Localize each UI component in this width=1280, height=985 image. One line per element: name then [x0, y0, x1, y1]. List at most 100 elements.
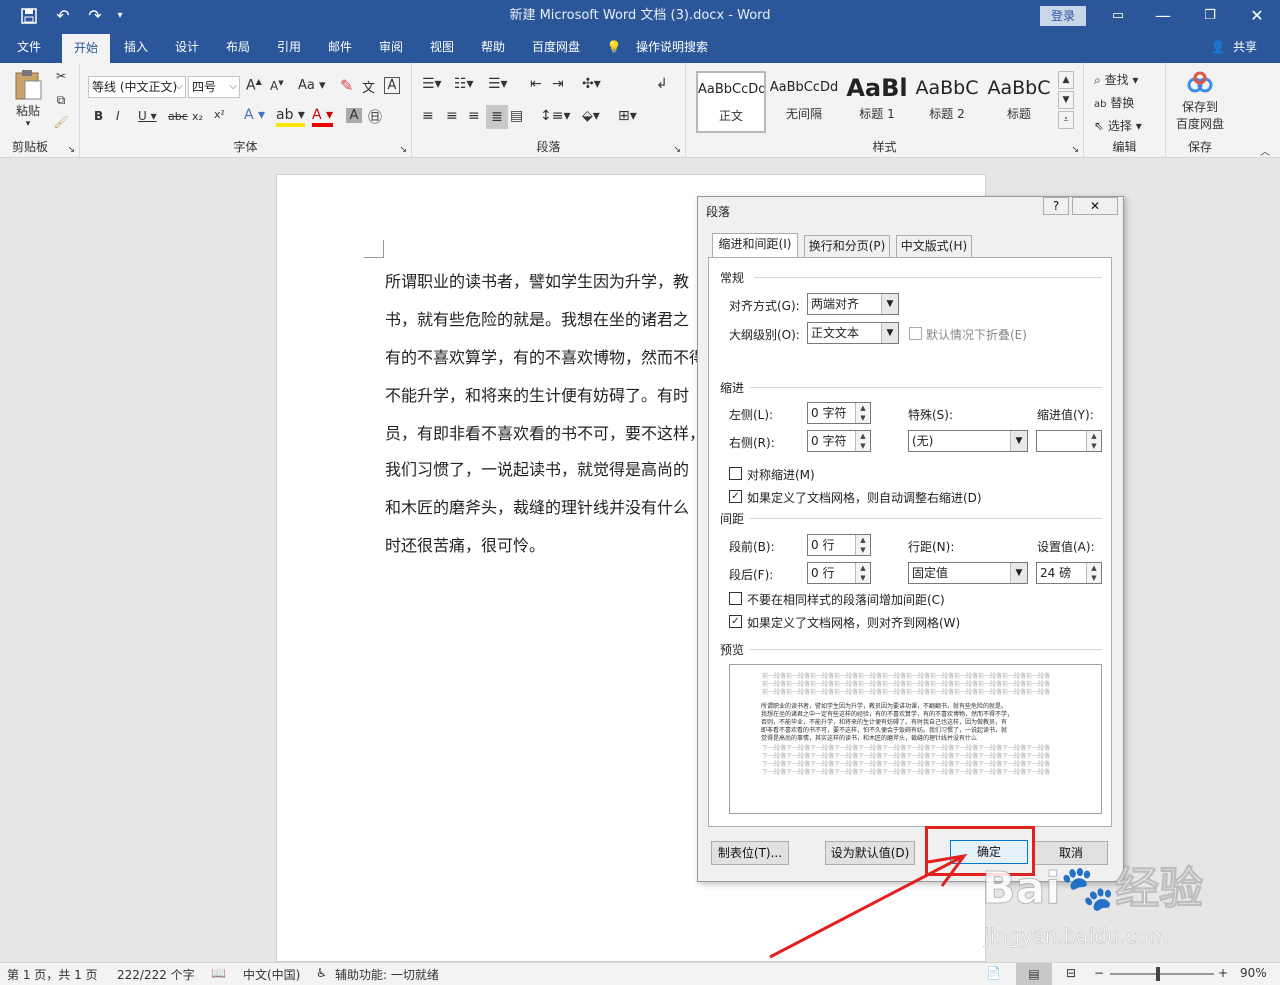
proofing-icon[interactable]: 📖 [211, 966, 226, 980]
tab-references[interactable]: 引用 [268, 32, 310, 63]
font-family-select[interactable]: 等线 (中文正文) ⌵ [88, 76, 186, 98]
align-right-icon[interactable]: ≡ [468, 108, 480, 124]
style-normal[interactable]: AaBbCcDd 正文 [696, 71, 766, 133]
style-scroll-up-icon[interactable]: ▲ [1058, 71, 1074, 89]
tab-indent-spacing[interactable]: 缩进和间距(I) [712, 233, 798, 257]
save-to-baidu-button[interactable]: 保存到 百度网盘 [1170, 71, 1230, 132]
justify-icon[interactable]: ≣ [486, 105, 508, 129]
zoom-in-icon[interactable]: + [1218, 966, 1228, 980]
bold-icon[interactable]: B [94, 109, 103, 123]
char-shading-icon[interactable]: A [346, 108, 362, 123]
zoom-slider-thumb[interactable] [1156, 967, 1160, 981]
bullets-icon[interactable]: ☰▾ [422, 76, 442, 92]
tab-insert[interactable]: 插入 [115, 32, 157, 63]
tab-help[interactable]: 帮助 [472, 32, 514, 63]
spin-arrows-icon[interactable]: ▲ ▼ [855, 431, 870, 451]
spin-arrows-icon[interactable]: ▲ ▼ [1086, 563, 1101, 583]
chinese-layout-icon[interactable]: ✣▾ [582, 76, 601, 92]
underline-icon[interactable]: U ▾ [138, 109, 157, 123]
highlight-icon[interactable]: ab ▾ [276, 107, 305, 127]
zoom-out-icon[interactable]: − [1094, 966, 1104, 980]
copy-icon[interactable]: ⧉ [52, 93, 70, 108]
left-indent-input[interactable]: 0 字符 ▲ ▼ [807, 402, 871, 424]
word-count[interactable]: 222/222 个字 [117, 966, 195, 983]
snap-to-grid-checkbox[interactable]: ✓ [729, 615, 742, 628]
grow-font-icon[interactable]: A▲ [246, 77, 262, 94]
close-icon[interactable]: ✕ [1244, 0, 1270, 32]
zoom-slider[interactable] [1110, 973, 1214, 975]
multilevel-list-icon[interactable]: ☰▾ [488, 76, 508, 92]
cancel-button[interactable]: 取消 [1034, 841, 1108, 865]
special-indent-select[interactable]: (无) ▼ [908, 430, 1028, 452]
spin-arrows-icon[interactable]: ▲ ▼ [855, 403, 870, 423]
char-border-icon[interactable]: A [384, 77, 400, 94]
distributed-icon[interactable]: ▤ [510, 108, 523, 124]
cut-icon[interactable]: ✂ [52, 69, 70, 83]
tell-me-search[interactable]: 操作说明搜索 [632, 32, 712, 63]
dialog-launcher-icon[interactable]: ↘ [399, 145, 407, 155]
shrink-font-icon[interactable]: A▼ [270, 79, 284, 93]
redo-icon[interactable]: ↷ [84, 0, 106, 32]
increase-indent-icon[interactable]: ⇥ [552, 76, 564, 92]
tab-review[interactable]: 审阅 [370, 32, 412, 63]
strikethrough-icon[interactable]: abc [168, 110, 188, 123]
borders-icon[interactable]: ⊞▾ [618, 108, 637, 124]
mirror-indent-checkbox[interactable] [729, 467, 742, 480]
doc-line[interactable]: 我们习惯了，一说起读书，就觉得是高尚的 [385, 456, 701, 480]
space-after-input[interactable]: 0 行 ▲ ▼ [807, 562, 871, 584]
style-no-spacing[interactable]: AaBbCcDd 无间隔 [769, 71, 839, 133]
outline-level-select[interactable]: 正文文本 ▼ [807, 322, 899, 344]
tab-baidu-netdisk[interactable]: 百度网盘 [524, 32, 588, 63]
tab-layout[interactable]: 布局 [217, 32, 259, 63]
enclose-char-icon[interactable]: ㊐ [368, 107, 382, 127]
select-button[interactable]: ⇖ 选择 ▾ [1094, 117, 1164, 134]
print-layout-icon[interactable]: ▤ [1016, 963, 1052, 985]
paste-button[interactable]: 粘贴 ▾ [10, 69, 46, 129]
align-left-icon[interactable]: ≡ [422, 108, 434, 124]
at-input[interactable]: 24 磅 ▲ ▼ [1036, 562, 1102, 584]
find-button[interactable]: ⌕ 查找 ▾ [1094, 71, 1164, 88]
tab-file[interactable]: 文件 [8, 32, 50, 63]
style-scroll-down-icon[interactable]: ▼ [1058, 91, 1074, 109]
italic-icon[interactable]: I [116, 109, 120, 123]
dialog-launcher-icon[interactable]: ↘ [67, 145, 75, 155]
tab-home[interactable]: 开始 [62, 34, 110, 63]
page-count[interactable]: 第 1 页，共 1 页 [7, 966, 98, 983]
tab-design[interactable]: 设计 [166, 32, 208, 63]
dialog-launcher-icon[interactable]: ↘ [673, 145, 681, 155]
superscript-icon[interactable]: x² [214, 108, 225, 121]
read-mode-icon[interactable]: 📄 [986, 966, 1001, 980]
collapse-checkbox[interactable] [909, 327, 922, 340]
subscript-icon[interactable]: x₂ [192, 110, 203, 123]
login-button[interactable]: 登录 [1040, 6, 1086, 26]
dialog-launcher-icon[interactable]: ↘ [1071, 145, 1079, 155]
line-spacing-icon[interactable]: ↕≡▾ [540, 108, 571, 124]
style-heading-1[interactable]: AaBl 标题 1 [842, 71, 912, 133]
tab-mailings[interactable]: 邮件 [319, 32, 361, 63]
minimize-icon[interactable]: — [1150, 0, 1176, 32]
doc-line[interactable]: 员，有即非看不喜欢看的书不可，要不这样， [385, 420, 701, 444]
font-size-select[interactable]: 四号 ⌵ [188, 76, 240, 98]
alignment-select[interactable]: 两端对齐 ▼ [807, 293, 899, 315]
numbering-icon[interactable]: ☷▾ [454, 76, 474, 92]
doc-line[interactable]: 不能升学，和将来的生计便有妨碍了。有时 [385, 382, 701, 406]
share-button[interactable]: 共享 [1228, 32, 1262, 63]
tab-view[interactable]: 视图 [421, 32, 463, 63]
decrease-indent-icon[interactable]: ⇤ [530, 76, 542, 92]
doc-line[interactable]: 书，就有些危险的就是。我想在坐的诸君之 [385, 306, 701, 330]
change-case-icon[interactable]: Aa ▾ [298, 78, 326, 93]
customize-qat-icon[interactable]: ▾ [112, 0, 128, 32]
style-more-icon[interactable]: ⩡ [1058, 111, 1074, 129]
doc-line[interactable]: 和木匠的磨斧头，裁缝的理针线并没有什么 [385, 494, 701, 518]
no-space-same-style-checkbox[interactable] [729, 592, 742, 605]
auto-right-indent-checkbox[interactable]: ✓ [729, 490, 742, 503]
align-center-icon[interactable]: ≡ [446, 108, 458, 124]
spin-arrows-icon[interactable]: ▲ ▼ [855, 535, 870, 555]
tab-asian-typography[interactable]: 中文版式(H) [896, 235, 972, 257]
restore-icon[interactable]: ❐ [1197, 0, 1223, 32]
doc-line[interactable]: 有的不喜欢算学，有的不喜欢博物，然而不得 [385, 344, 701, 368]
save-icon[interactable] [18, 0, 40, 32]
indent-by-input[interactable]: ▲ ▼ [1036, 430, 1102, 452]
doc-line[interactable]: 所谓职业的读书者，譬如学生因为升学，教 [385, 268, 701, 292]
undo-icon[interactable]: ↶ [50, 0, 76, 32]
